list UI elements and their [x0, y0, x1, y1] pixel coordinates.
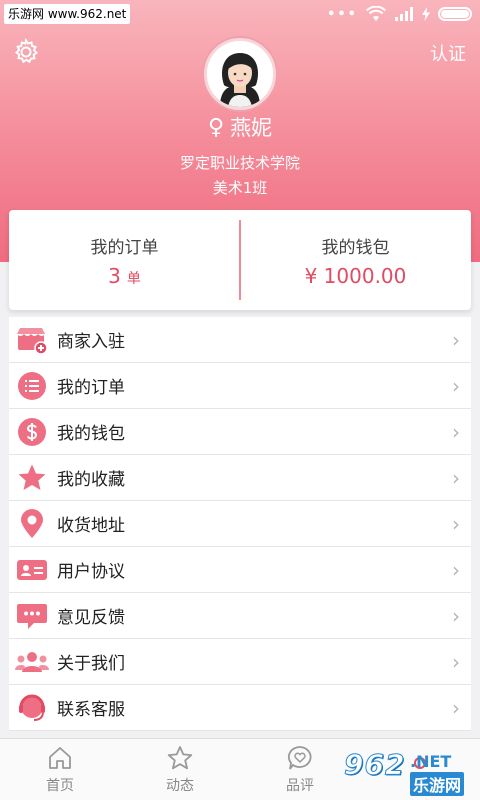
notification-dots: •••: [327, 6, 358, 22]
summary-card: 我的订单 3单 我的钱包 ¥ 1000.00: [9, 210, 471, 310]
home-icon: [49, 746, 71, 769]
wallet-summary[interactable]: 我的钱包 ¥ 1000.00: [240, 210, 471, 310]
chevron-right-icon: ›: [452, 419, 460, 444]
chevron-right-icon: ›: [452, 603, 460, 628]
wifi-icon: [366, 6, 386, 21]
location-pin-icon: [21, 508, 43, 538]
settings-gear-icon[interactable]: [12, 38, 40, 66]
watermark-cn: 乐游网: [410, 772, 465, 796]
watermark-logo: 962: [343, 748, 406, 782]
menu-item-label: 用户协议: [57, 562, 125, 582]
menu-list: 商家入驻 › 我的订单 › 我的钱包 › 我的收藏 › 收货地址 › 用户协议 …: [9, 317, 471, 731]
star-icon: [18, 464, 46, 490]
chevron-right-icon: ›: [452, 695, 460, 720]
tab-home[interactable]: 首页: [0, 739, 120, 800]
female-icon: ♀: [207, 114, 225, 140]
signal-icon: [395, 7, 413, 21]
dollar-icon: [18, 417, 46, 446]
orders-label: 我的订单: [90, 237, 159, 258]
tab-label: 品评: [286, 777, 314, 794]
tab-reviews[interactable]: 品评: [240, 739, 360, 800]
menu-item-label: 收货地址: [57, 516, 125, 536]
battery-icon: [438, 7, 472, 21]
watermark-962: 962 .NET 乐游网: [343, 748, 476, 796]
store-icon: [17, 327, 48, 354]
heart-chat-icon: [287, 745, 312, 770]
menu-item-merchant[interactable]: 商家入驻 ›: [9, 317, 471, 363]
menu-item-address[interactable]: 收货地址 ›: [9, 501, 471, 547]
status-bar: 乐游网 www.962.net •••: [0, 0, 480, 28]
chat-bubble-icon: [17, 603, 47, 629]
chevron-right-icon: ›: [452, 327, 460, 352]
watermark-label: 乐游网 www.962.net: [4, 4, 131, 24]
wallet-label: 我的钱包: [321, 237, 390, 258]
menu-item-label: 关于我们: [57, 654, 125, 674]
user-name-row: ♀ 燕妮: [0, 112, 480, 142]
menu-item-orders[interactable]: 我的订单 ›: [9, 363, 471, 409]
menu-item-agreement[interactable]: 用户协议 ›: [9, 547, 471, 593]
class-name: 美术1班: [212, 179, 268, 197]
star-outline-icon: [167, 745, 193, 769]
menu-item-favorites[interactable]: 我的收藏 ›: [9, 455, 471, 501]
group-icon: [15, 651, 49, 672]
orders-unit: 单: [126, 270, 141, 287]
tab-feed[interactable]: 动态: [120, 739, 240, 800]
watermark-dotnet: .NET: [410, 752, 452, 771]
chevron-right-icon: ›: [452, 557, 460, 582]
id-card-icon: [17, 559, 47, 580]
avatar[interactable]: [204, 38, 276, 110]
menu-item-label: 商家入驻: [57, 332, 125, 352]
school-name: 罗定职业技术学院: [179, 154, 300, 172]
chevron-right-icon: ›: [452, 465, 460, 490]
menu-item-feedback[interactable]: 意见反馈 ›: [9, 593, 471, 639]
orders-summary[interactable]: 我的订单 3单: [9, 210, 240, 310]
avatar-girl-icon: [207, 41, 273, 107]
menu-item-support[interactable]: 联系客服 ›: [9, 685, 471, 731]
menu-item-about[interactable]: 关于我们 ›: [9, 639, 471, 685]
menu-item-label: 我的收藏: [57, 470, 125, 490]
tab-label: 动态: [166, 777, 194, 794]
chevron-right-icon: ›: [452, 649, 460, 674]
wallet-amount: ¥ 1000.00: [304, 263, 407, 288]
list-icon: [18, 371, 46, 400]
verify-button[interactable]: 认证: [430, 40, 466, 66]
status-icons: •••: [327, 4, 472, 24]
chevron-right-icon: ›: [452, 373, 460, 398]
user-name: 燕妮: [230, 116, 273, 140]
menu-item-label: 意见反馈: [57, 608, 125, 628]
card-divider: [239, 220, 241, 300]
orders-count: 3: [108, 263, 121, 288]
headset-icon: [19, 694, 45, 721]
menu-item-wallet[interactable]: 我的钱包 ›: [9, 409, 471, 455]
menu-item-label: 联系客服: [57, 700, 125, 720]
menu-item-label: 我的钱包: [57, 424, 125, 444]
tab-label: 首页: [46, 777, 74, 794]
chevron-right-icon: ›: [452, 511, 460, 536]
orders-count-row: 3单: [108, 264, 141, 288]
menu-item-label: 我的订单: [57, 378, 125, 398]
charging-icon: [422, 7, 430, 21]
